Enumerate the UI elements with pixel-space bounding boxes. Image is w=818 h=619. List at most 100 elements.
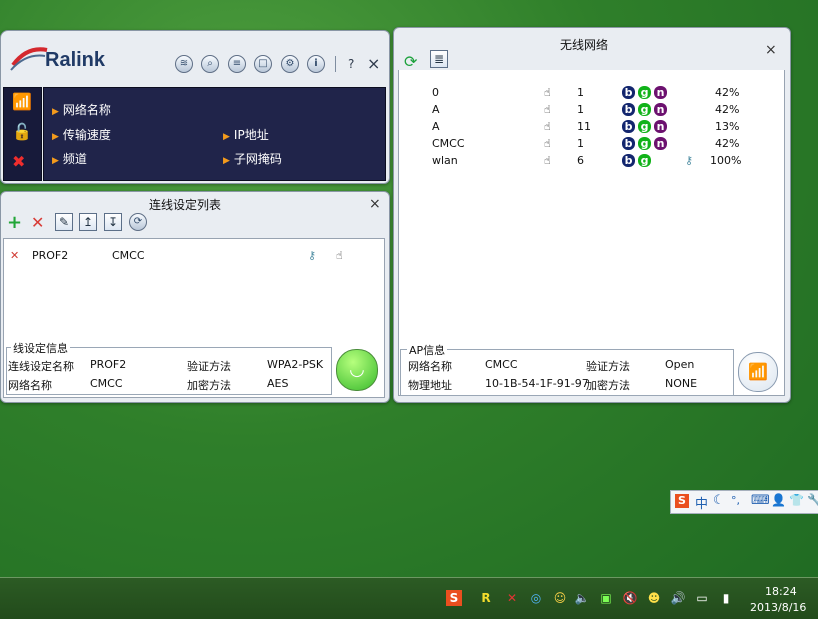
refresh-icon[interactable]: ⟳ [404,52,417,71]
ap-info-legend: AP信息 [407,342,448,358]
mode-b-icon: b [622,103,635,116]
export-icon[interactable]: ↧ [104,213,122,231]
wireless-network-panel: 无线网络 × ⟳ ≣ 0 ☝ 1 bgn 42% A ☝ 1 bgn 42% A… [393,27,791,403]
mode-icons: bg [622,153,654,169]
wireless-panel-title: 无线网络 [560,38,609,52]
mode-g-icon: g [638,154,651,167]
page-icon[interactable]: □ [254,55,272,73]
network-row[interactable]: wlan ☝ 6 bg ⚷ 100% [399,153,784,169]
network-signal: 42% [715,103,740,116]
ap-connect-button[interactable]: 📶 [738,352,778,392]
add-icon[interactable]: + [7,212,22,233]
chat-tray-icon[interactable]: ☻ [646,590,662,606]
chinese-mode-icon[interactable]: 中 [695,493,708,512]
channel-label-wrap: ▶ 频道 [52,152,87,166]
profile-panel-close-button[interactable]: × [369,197,381,211]
import-icon[interactable]: ↥ [79,213,97,231]
no-signal-icon: ✖ [12,152,26,171]
auth-field-value: WPA2-PSK [267,358,324,371]
signal-tray-icon[interactable]: ▮ [718,590,734,606]
keyboard-icon[interactable]: ⌨ [751,493,770,508]
delete-icon[interactable]: ✕ [31,213,44,232]
volume-tray-icon[interactable]: 🔈 [574,590,590,606]
wireless-panel-close-button[interactable]: × [765,43,777,57]
mode-b-icon: b [622,137,635,150]
mode-n-icon: n [654,103,667,116]
hand-icon: ☝ [544,120,551,133]
profile-name-field-value: PROF2 [90,358,127,371]
network-name-field-label: 网络名称 [8,379,52,392]
info-icon[interactable]: i [307,55,325,73]
mode-g-icon: g [638,137,651,150]
network-row[interactable]: CMCC ☝ 1 bgn 42% [399,136,784,152]
qq-tray-icon[interactable]: ☺ [552,590,568,606]
mode-icons: bgn [622,102,670,118]
channel-label: 频道 [62,152,87,166]
ap-auth-label: 验证方法 [586,360,630,373]
rss-icon[interactable]: ≋ [175,55,193,73]
network-row[interactable]: 0 ☝ 1 bgn 42% [399,85,784,101]
sogou-icon[interactable]: S [675,494,689,508]
network-signal: 42% [715,86,740,99]
network-name-label: 网络名称 [62,103,111,117]
profile-disconnected-icon: ✕ [10,249,20,262]
enc-field-label: 加密方法 [187,379,231,392]
ip-address-label-wrap: ▶ IP地址 [223,128,269,142]
profile-list-title: 连线设定列表 [149,198,222,212]
network-ssid: 0 [432,86,439,99]
network-name-label-wrap: ▶ 网络名称 [52,103,111,117]
ime-bar: S 中 ☾ °, ⌨ 👤 👕 🔧 [670,490,818,514]
network-name-field-value: CMCC [90,377,123,390]
connect-wifi-button[interactable]: ◡ [336,349,378,391]
ralink-tray-icon[interactable]: R [478,590,494,606]
tool-icon[interactable]: 🔧 [807,493,818,507]
connect-icon[interactable]: ⟳ [129,213,147,231]
mode-b-icon: b [622,120,635,133]
ap-enc-value: NONE [665,377,698,390]
nvidia-tray-icon[interactable]: ▣ [598,590,614,606]
user-icon[interactable]: 👤 [771,493,786,507]
key-icon: ⚷ [685,154,694,167]
sogou-tray-icon[interactable]: S [446,590,462,606]
gear-icon[interactable]: ⚙ [281,55,299,73]
clock-time[interactable]: 18:24 [765,585,797,598]
ralink-main-panel: Ralink ≋ ⌕ ≡ □ ⚙ i ? × 📶 🔓 ✖ ▶ 网络名称 ▶ 传输速度… [0,30,390,184]
network-ssid: CMCC [432,137,465,150]
signal-tower-icon: 📶 [12,92,32,111]
list-icon[interactable]: ≡ [228,55,246,73]
search-icon[interactable]: ⌕ [201,55,219,73]
edit-icon[interactable]: ✎ [55,213,73,231]
connection-info-bar: ▶ 网络名称 ▶ 传输速度 ▶ 频道 ▶ IP地址 ▶ 子网掩码 [43,87,386,181]
mode-icons: bgn [622,136,670,152]
network-row[interactable]: A ☝ 11 bgn 13% [399,119,784,135]
mode-g-icon: g [638,103,651,116]
clock-date[interactable]: 2013/8/16 [750,601,806,614]
subnet-mask-label: 子网掩码 [233,152,282,166]
mode-icons: bgn [622,85,670,101]
network-list-box: 0 ☝ 1 bgn 42% A ☝ 1 bgn 42% A ☝ 11 bgn 1… [398,70,785,396]
network-channel: 11 [577,120,591,133]
speaker-mute-tray-icon[interactable]: 🔇 [622,590,638,606]
mode-b-icon: b [622,86,635,99]
ap-network-name-label: 网络名称 [408,360,452,373]
detail-list-icon[interactable]: ≣ [430,50,448,68]
network-row[interactable]: A ☝ 1 bgn 42% [399,102,784,118]
help-button[interactable]: ? [348,57,354,71]
profile-row[interactable]: ✕ PROF2 CMCC ⚷ ☝ [10,248,380,264]
mode-n-icon: n [654,137,667,150]
hand-icon: ☝ [544,86,551,99]
hand-icon: ☝ [336,249,343,262]
mode-g-icon: g [638,120,651,133]
browser-tray-icon[interactable]: ◎ [528,590,544,606]
mode-n-icon: n [654,120,667,133]
network-error-tray-icon[interactable]: ✕ [504,590,520,606]
auth-field-label: 验证方法 [187,360,231,373]
sound-tray-icon[interactable]: 🔊 [670,590,686,606]
subnet-mask-label-wrap: ▶ 子网掩码 [223,152,282,166]
network-signal: 13% [715,120,740,133]
monitor-tray-icon[interactable]: ▭ [694,590,710,606]
punctuation-icon[interactable]: °, [731,494,740,507]
main-close-button[interactable]: × [367,54,380,73]
skin-icon[interactable]: 👕 [789,493,804,507]
moon-icon[interactable]: ☾ [713,493,725,508]
